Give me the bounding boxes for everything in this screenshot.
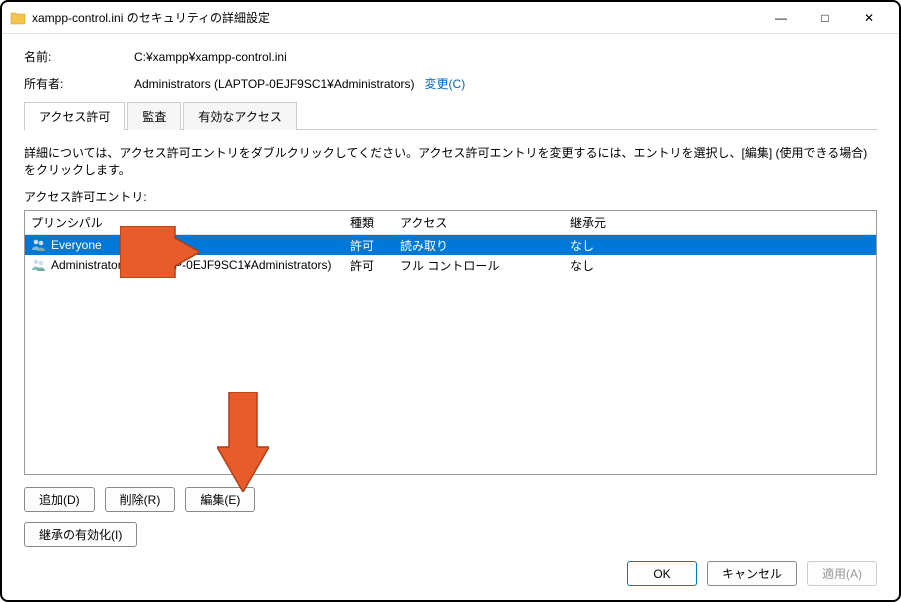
entry-type: 許可 (350, 257, 400, 274)
principal-name: Everyone (51, 238, 102, 252)
header-inherited[interactable]: 継承元 (570, 214, 876, 231)
minimize-button[interactable]: — (759, 4, 803, 32)
tab-permissions[interactable]: アクセス許可 (24, 102, 125, 130)
folder-icon (10, 10, 26, 26)
inherit-row: 継承の有効化(I) (24, 522, 877, 547)
titlebar: xampp-control.ini のセキュリティの詳細設定 — □ ✕ (2, 2, 899, 34)
content-area: 名前: C:¥xampp¥xampp-control.ini 所有者: Admi… (2, 34, 899, 547)
remove-button[interactable]: 削除(R) (105, 487, 176, 512)
list-header: プリンシパル 種類 アクセス 継承元 (25, 211, 876, 235)
help-text: 詳細については、アクセス許可エントリをダブルクリックしてください。アクセス許可エ… (24, 144, 877, 178)
header-principal[interactable]: プリンシパル (25, 214, 350, 231)
entry-buttons-row: 追加(D) 削除(R) 編集(E) (24, 487, 877, 512)
header-access[interactable]: アクセス (400, 214, 570, 231)
cancel-button[interactable]: キャンセル (707, 561, 797, 586)
name-value: C:¥xampp¥xampp-control.ini (134, 50, 287, 64)
entry-access: 読み取り (400, 237, 570, 254)
tab-audit[interactable]: 監査 (127, 102, 181, 130)
edit-button[interactable]: 編集(E) (185, 487, 255, 512)
entry-inherited: なし (570, 237, 876, 254)
owner-row: 所有者: Administrators (LAPTOP-0EJF9SC1¥Adm… (24, 75, 877, 92)
entry-type: 許可 (350, 237, 400, 254)
apply-button[interactable]: 適用(A) (807, 561, 877, 586)
close-button[interactable]: ✕ (847, 4, 891, 32)
header-type[interactable]: 種類 (350, 214, 400, 231)
permission-entry-row[interactable]: Administrators (LAPTOP-0EJF9SC1¥Administ… (25, 255, 876, 275)
principal-name: Administrators (LAPTOP-0EJF9SC1¥Administ… (51, 258, 332, 272)
users-icon (31, 237, 47, 253)
permission-entries-list: プリンシパル 種類 アクセス 継承元 Everyone 許可 読み取り なし A… (24, 210, 877, 475)
maximize-button[interactable]: □ (803, 4, 847, 32)
owner-value: Administrators (LAPTOP-0EJF9SC1¥Administ… (134, 77, 415, 91)
tab-strip: アクセス許可 監査 有効なアクセス (24, 102, 877, 130)
ok-button[interactable]: OK (627, 561, 697, 586)
enable-inheritance-button[interactable]: 継承の有効化(I) (24, 522, 137, 547)
owner-label: 所有者: (24, 75, 134, 92)
tab-effective-access[interactable]: 有効なアクセス (183, 102, 296, 130)
entries-label: アクセス許可エントリ: (24, 188, 877, 205)
add-button[interactable]: 追加(D) (24, 487, 95, 512)
footer-buttons: OK キャンセル 適用(A) (627, 561, 877, 586)
window-controls: — □ ✕ (759, 4, 891, 32)
change-owner-link[interactable]: 変更(C) (425, 75, 466, 92)
permission-entry-row[interactable]: Everyone 許可 読み取り なし (25, 235, 876, 255)
users-icon (31, 257, 47, 273)
entry-access: フル コントロール (400, 257, 570, 274)
name-row: 名前: C:¥xampp¥xampp-control.ini (24, 48, 877, 65)
name-label: 名前: (24, 48, 134, 65)
entry-inherited: なし (570, 257, 876, 274)
window-title: xampp-control.ini のセキュリティの詳細設定 (32, 9, 270, 26)
